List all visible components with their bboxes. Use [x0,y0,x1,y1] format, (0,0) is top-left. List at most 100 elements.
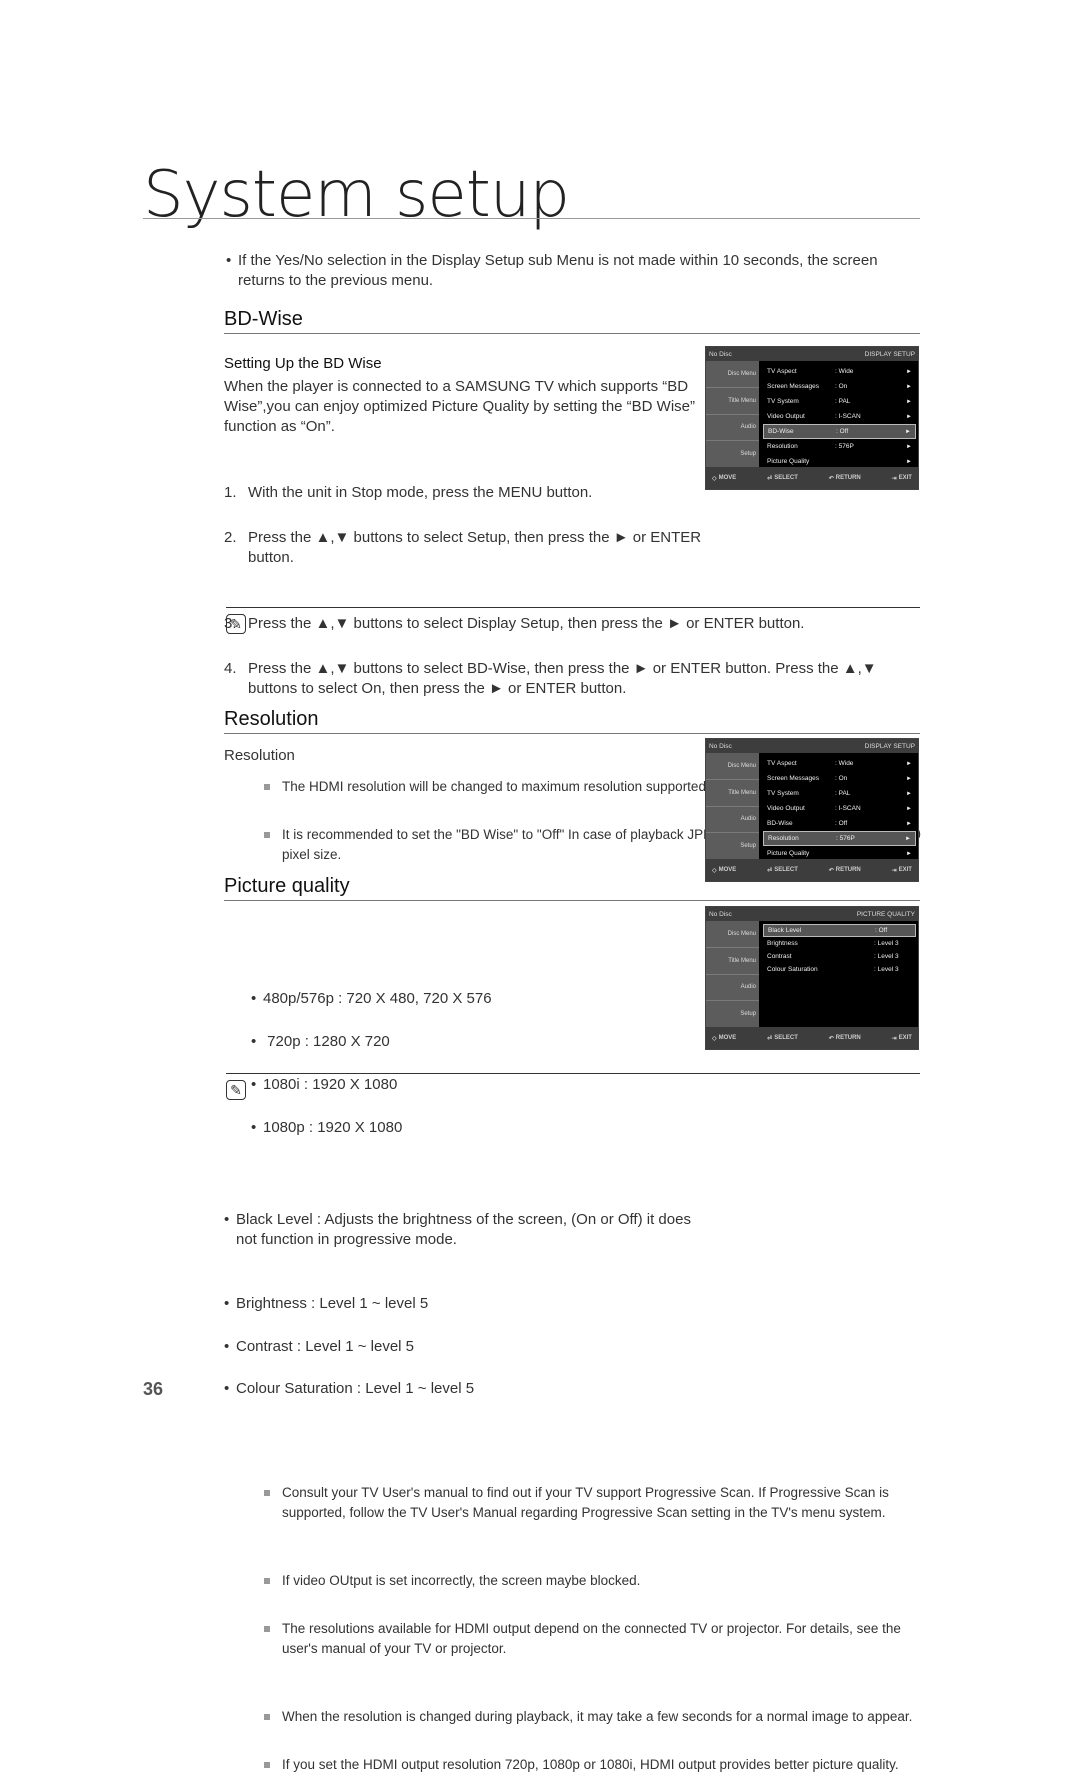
osd-row-colour-saturation[interactable]: Colour Saturation: Level 3 [763,963,916,976]
osd-header: No Disc PICTURE QUALITY [706,907,918,921]
osd-row-screen-messages[interactable]: Screen Messages: On ► [763,379,916,394]
osd-row-black-level[interactable]: Black Level : Off [763,924,916,937]
exit-icon: ⇥ [891,867,897,874]
note-divider [226,1073,920,1074]
osd-row-bd-wise[interactable]: BD-Wise: Off ► [763,816,916,831]
move-icon: ◇ [712,475,717,482]
osd-row-video-output[interactable]: Video Output: I-SCAN ► [763,409,916,424]
side-item-audio[interactable]: Audio [706,807,759,834]
row-value: : Off [875,927,888,934]
move-icon: ◇ [712,867,717,874]
osd-row-video-output[interactable]: Video Output: I-SCAN ► [763,801,916,816]
disc-status: No Disc [709,350,732,358]
exit-icon: ⇥ [891,475,897,482]
osd-row-tv-system[interactable]: TV System: PAL ► [763,394,916,409]
picture-quality-item: Black Level : Adjusts the brightness of … [224,1210,706,1250]
osd-options: TV Aspect: Wide ► Screen Messages: On ► TV… [759,753,918,859]
return-icon: ↶ [828,867,834,874]
arrow-right-icon: ► [905,835,911,842]
osd-side-menu: Disc Menu Title Menu Audio Setup [706,753,759,859]
row-label: TV Aspect [767,368,797,375]
osd-row-tv-aspect[interactable]: TV Aspect: Wide ► [763,364,916,379]
square-bullet-icon [264,1626,270,1632]
footer-select: ⏎ SELECT [767,867,798,874]
side-item-title-menu[interactable]: Title Menu [706,388,759,415]
step-number: 2. [224,529,237,546]
side-item-setup[interactable]: Setup [706,1001,759,1027]
arrow-right-icon: ► [906,805,912,812]
side-item-audio[interactable]: Audio [706,415,759,442]
osd-side-menu: Disc Menu Title Menu Audio Setup [706,921,759,1027]
side-item-title-menu[interactable]: Title Menu [706,780,759,807]
picture-quality-item: Contrast : Level 1 ~ level 5 [224,1337,1080,1357]
row-label: Resolution [767,443,798,450]
osd-row-resolution[interactable]: Resolution: 576P ► [763,439,916,454]
osd-options: Black Level : Off Brightness : Level 3 Con… [759,921,918,1027]
osd-display-setup-bdwise: No Disc DISPLAY SETUP Disc Menu Title Me… [705,346,919,490]
row-label: Screen Messages [767,383,820,390]
row-label: Black Level [768,927,802,934]
picture-quality-heading: Picture quality [224,875,350,897]
picture-quality-divider [224,900,920,901]
square-bullet-icon [264,832,270,838]
enter-icon: ⏎ [767,475,773,482]
resolution-heading: Resolution [224,708,319,730]
row-value: : I-SCAN [835,805,861,812]
osd-row-tv-aspect[interactable]: TV Aspect: Wide ► [763,756,916,771]
osd-row-resolution[interactable]: Resolution: 576P ► [763,831,916,846]
note-item: Consult your TV User's manual to find ou… [264,1483,922,1523]
arrow-right-icon: ► [906,368,912,375]
osd-row-picture-quality[interactable]: Picture Quality ► [763,454,916,469]
footer-select: ⏎ SELECT [767,475,798,482]
side-item-disc-menu[interactable]: Disc Menu [706,753,759,780]
row-label: Brightness [767,940,798,947]
osd-title: PICTURE QUALITY [856,910,915,918]
row-value: : PAL [835,398,851,405]
footer-move: ◇ MOVE [712,475,737,482]
step-number: 4. [224,660,237,677]
note-text: Consult your TV User's manual to find ou… [282,1485,889,1520]
move-icon: ◇ [712,1035,717,1042]
square-bullet-icon [264,1490,270,1496]
square-bullet-icon [264,784,270,790]
bd-wise-divider [224,333,920,334]
osd-row-screen-messages[interactable]: Screen Messages: On ► [763,771,916,786]
bd-wise-step: 3. Press the ▲,▼ buttons to select Displ… [224,614,938,634]
side-item-disc-menu[interactable]: Disc Menu [706,361,759,388]
side-item-title-menu[interactable]: Title Menu [706,948,759,975]
bd-wise-step: 2. Press the ▲,▼ buttons to select Setup… [224,528,728,568]
osd-row-bd-wise[interactable]: BD-Wise: Off ► [763,424,916,439]
page-number: 36 [143,1379,164,1399]
note-icon: ✎ [226,614,246,634]
resolution-item: 1080p : 1920 X 1080 [251,1118,1080,1138]
resolution-label: Resolution [224,747,295,764]
step-text: Press the ▲,▼ buttons to select BD-Wise,… [248,660,877,697]
side-item-setup[interactable]: Setup [706,833,759,859]
osd-side-menu: Disc Menu Title Menu Audio Setup [706,361,759,467]
row-label: Picture Quality [767,458,810,465]
side-item-audio[interactable]: Audio [706,975,759,1002]
osd-row-contrast[interactable]: Contrast: Level 3 [763,950,916,963]
arrow-right-icon: ► [906,458,912,465]
osd-row-tv-system[interactable]: TV System: PAL ► [763,786,916,801]
disc-status: No Disc [709,910,732,918]
square-bullet-icon [264,1578,270,1584]
row-value: : 576P [835,443,854,450]
disc-status: No Disc [709,742,732,750]
row-value: : Off [835,820,848,827]
side-item-disc-menu[interactable]: Disc Menu [706,921,759,948]
row-value: : Level 3 [874,940,899,947]
osd-title: DISPLAY SETUP [864,350,915,358]
osd-row-picture-quality[interactable]: Picture Quality ► [763,846,916,861]
note-item: When the resolution is changed during pl… [264,1707,937,1727]
osd-display-setup-resolution: No Disc DISPLAY SETUP Disc Menu Title Me… [705,738,919,882]
note-text: If video OUtput is set incorrectly, the … [282,1573,641,1588]
row-label: BD-Wise [767,820,793,827]
return-icon: ↶ [828,1035,834,1042]
footer-move: ◇ MOVE [712,1035,737,1042]
enter-icon: ⏎ [767,1035,773,1042]
note-text: When the resolution is changed during pl… [282,1709,913,1724]
side-item-setup[interactable]: Setup [706,441,759,467]
note-icon: ✎ [226,1080,246,1100]
osd-row-brightness[interactable]: Brightness : Level 3 [763,937,916,950]
